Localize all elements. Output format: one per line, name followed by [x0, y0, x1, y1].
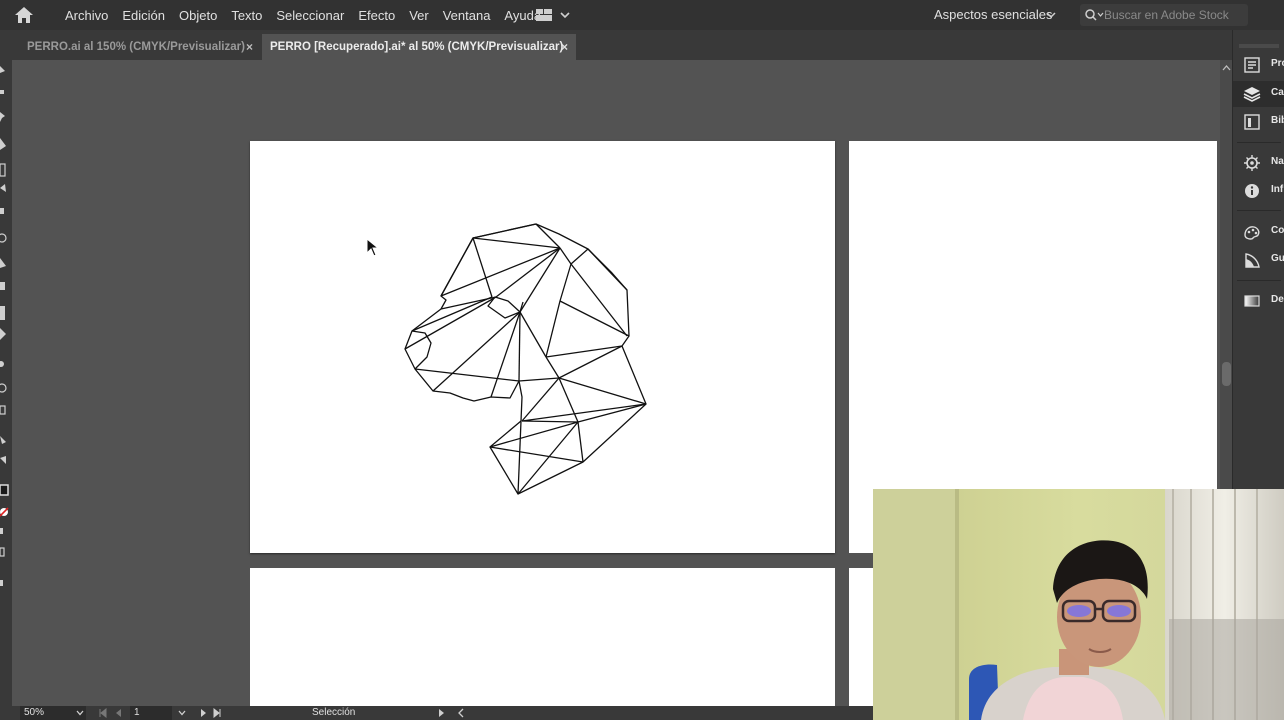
home-icon[interactable]	[12, 5, 36, 25]
dock-separator	[1237, 280, 1281, 281]
menu-archivo[interactable]: Archivo	[58, 8, 115, 23]
menu-objeto[interactable]: Objeto	[172, 8, 224, 23]
tab-perro-recuperado[interactable]: PERRO [Recuperado].ai* al 50% (CMYK/Prev…	[262, 34, 576, 60]
illustrator-window: Archivo Edición Objeto Texto Seleccionar…	[0, 0, 1284, 720]
chevron-down-icon[interactable]	[1046, 10, 1056, 20]
artboard-number-input[interactable]: 1	[130, 706, 172, 720]
last-artboard-icon[interactable]	[212, 708, 222, 718]
menu-edicion[interactable]: Edición	[115, 8, 172, 23]
scroll-up-icon[interactable]	[1222, 64, 1231, 72]
next-artboard-icon[interactable]	[198, 708, 208, 718]
dock-layers[interactable]: Ca	[1233, 81, 1284, 107]
tab-label: PERRO.ai al 150% (CMYK/Previsualizar)	[27, 41, 245, 53]
dock-label: Pro	[1271, 58, 1284, 69]
dock-properties[interactable]: Pro	[1233, 52, 1284, 78]
dock-separator	[1237, 210, 1281, 211]
first-artboard-icon[interactable]	[98, 708, 108, 718]
dock-navigator[interactable]: Na	[1233, 150, 1284, 176]
dock-label: Co	[1271, 225, 1284, 236]
menu-items: Archivo Edición Objeto Texto Seleccionar…	[58, 0, 548, 30]
artboard-3[interactable]	[250, 568, 835, 706]
previous-artboard-icon[interactable]	[114, 708, 124, 718]
menu-texto[interactable]: Texto	[224, 8, 269, 23]
close-icon[interactable]: ×	[246, 40, 253, 54]
properties-icon	[1244, 57, 1260, 73]
menu-bar: Archivo Edición Objeto Texto Seleccionar…	[0, 0, 1284, 30]
tab-perro-150[interactable]: PERRO.ai al 150% (CMYK/Previsualizar) ×	[18, 34, 264, 60]
dock-label: Na	[1271, 156, 1284, 167]
dock-label: Gu	[1271, 253, 1284, 264]
gradient-icon	[1244, 295, 1260, 307]
chevron-down-icon[interactable]	[76, 709, 84, 717]
navigator-icon	[1244, 155, 1260, 171]
low-poly-dog-artwork[interactable]	[400, 221, 650, 501]
dock-info[interactable]: Inf	[1233, 178, 1284, 204]
status-current-tool[interactable]: Selección	[312, 707, 355, 718]
tab-label: PERRO [Recuperado].ai* al 50% (CMYK/Prev…	[270, 41, 564, 53]
menu-seleccionar[interactable]: Seleccionar	[269, 8, 351, 23]
dock-gradient[interactable]: De	[1233, 288, 1284, 314]
menu-ver[interactable]: Ver	[402, 8, 436, 23]
dock-label: Bib	[1271, 115, 1284, 126]
search-input[interactable]	[1104, 6, 1244, 24]
menu-efecto[interactable]: Efecto	[351, 8, 402, 23]
dock-color-guide[interactable]: Gu	[1233, 247, 1284, 273]
libraries-icon	[1244, 114, 1260, 130]
search-icon	[1085, 9, 1104, 21]
toolbar-icons[interactable]	[0, 60, 12, 706]
scrollbar-thumb[interactable]	[1222, 362, 1231, 386]
webcam-overlay	[873, 489, 1284, 720]
dock-libraries[interactable]: Bib	[1233, 109, 1284, 135]
document-tabs: PERRO.ai al 150% (CMYK/Previsualizar) × …	[0, 30, 1232, 60]
scroll-left-icon[interactable]	[456, 708, 466, 718]
workspace-switcher[interactable]: Aspectos esenciales	[934, 7, 1053, 22]
info-icon	[1245, 184, 1259, 198]
chevron-down-icon[interactable]	[178, 709, 186, 717]
arrange-documents-icon[interactable]	[530, 6, 572, 24]
dock-label: De	[1271, 294, 1284, 305]
close-icon[interactable]: ×	[561, 40, 568, 54]
color-icon	[1244, 226, 1260, 240]
stock-search[interactable]	[1080, 4, 1248, 26]
dock-separator	[1237, 142, 1281, 143]
dock-label: Ca	[1271, 87, 1284, 98]
selection-cursor-icon	[366, 238, 380, 257]
status-menu-arrow-icon[interactable]	[436, 708, 446, 718]
color-guide-icon	[1245, 253, 1260, 268]
dock-grip[interactable]	[1239, 44, 1279, 48]
artboard-1[interactable]	[250, 141, 835, 553]
dock-color[interactable]: Co	[1233, 219, 1284, 245]
layers-icon	[1243, 87, 1261, 102]
dock-label: Inf	[1271, 184, 1284, 195]
tools-panel	[0, 60, 12, 706]
menu-ventana[interactable]: Ventana	[436, 8, 498, 23]
